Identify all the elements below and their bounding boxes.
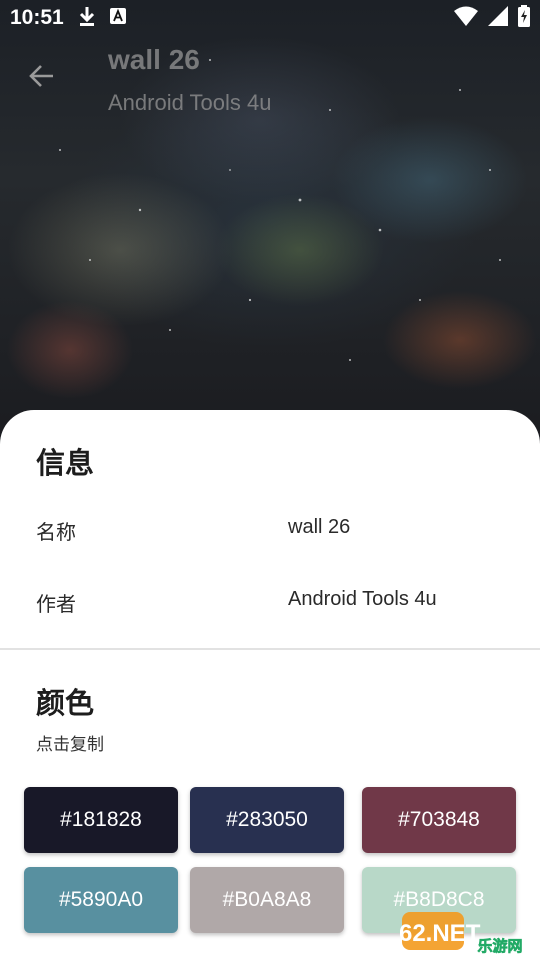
info-label: 作者 [36,592,76,616]
page-subtitle: Android Tools 4u [108,90,272,115]
watermark-bottom-text: 乐游网 [477,937,522,955]
download-icon [78,5,96,31]
info-value: wall 26 [288,516,351,538]
copy-hint: 点击复制 [36,735,104,755]
color-swatch[interactable]: #B0A8A8 [190,867,344,933]
section-divider [0,648,540,650]
arrow-left-icon [29,63,55,93]
watermark-top-text: 962.NET [400,920,481,947]
app-bar: wall 26 Android Tools 4u [0,44,540,132]
back-button[interactable] [22,58,62,98]
details-sheet: 信息 名称 wall 26 作者 Android Tools 4u 颜色 点击复… [0,410,540,960]
app-notification-icon [109,8,126,28]
color-swatch[interactable]: #703848 [362,787,516,853]
color-swatch[interactable]: #181828 [24,787,178,853]
page-title: wall 26 [108,44,200,75]
color-swatch[interactable]: #5890A0 [24,867,178,933]
info-label: 名称 [36,520,76,544]
color-swatch[interactable]: #283050 [190,787,344,853]
info-value: Android Tools 4u [288,588,437,610]
info-row-author: 作者 Android Tools 4u [0,588,540,628]
site-watermark: 962.NET 乐游网 [386,906,536,956]
signal-icon [488,6,508,30]
colors-section-title: 颜色 [36,686,95,720]
wifi-icon [454,6,478,30]
status-bar: 10:51 [0,0,540,36]
info-section-title: 信息 [36,446,95,480]
battery-icon [518,5,530,31]
info-row-name: 名称 wall 26 [0,516,540,556]
status-time: 10:51 [10,6,64,29]
